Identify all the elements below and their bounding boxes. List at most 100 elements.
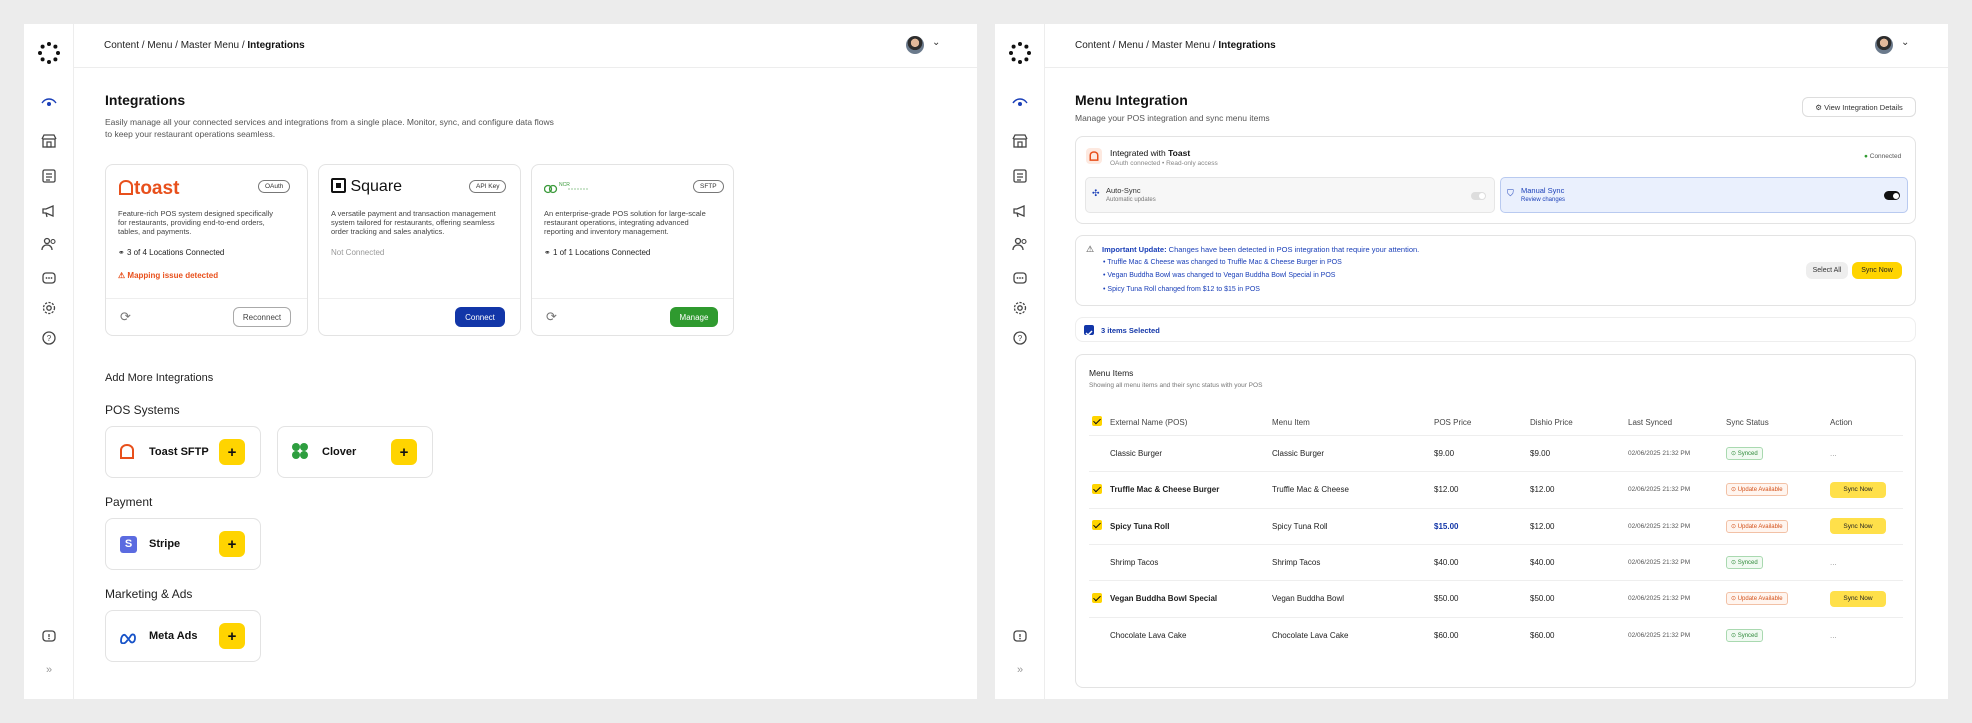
menu-book-icon[interactable]	[1011, 167, 1029, 185]
eye-icon[interactable]	[1011, 94, 1029, 112]
cell-menu-item: Vegan Buddha Bowl	[1272, 594, 1345, 603]
manual-sync-option[interactable]: ⛉ Manual Sync Review changes	[1500, 177, 1908, 213]
chevron-down-icon[interactable]: ⌄	[932, 37, 940, 48]
avatar[interactable]	[1875, 36, 1893, 54]
row-checkbox-cell[interactable]	[1089, 580, 1110, 617]
add-integration-clover[interactable]: Clover +	[277, 426, 433, 478]
cell-menu-item: Chocolate Lava Cake	[1272, 630, 1349, 640]
auto-sync-label: Auto-Sync	[1106, 186, 1141, 195]
cell-menu-item: Shrimp Tacos	[1272, 557, 1321, 567]
cell-action[interactable]: ...	[1830, 435, 1903, 471]
expand-icon[interactable]: »	[1011, 661, 1029, 679]
col-action[interactable]: Action	[1830, 410, 1903, 435]
row-checkbox-cell[interactable]	[1089, 617, 1110, 653]
view-integration-details-button[interactable]: ⚙ View Integration Details	[1802, 97, 1916, 117]
row-checkbox-cell[interactable]	[1089, 471, 1110, 508]
card-divider	[319, 298, 520, 299]
chat-icon[interactable]	[40, 270, 58, 288]
connect-button[interactable]: Connect	[455, 307, 505, 327]
add-button[interactable]: +	[391, 439, 417, 465]
gear-icon[interactable]	[40, 299, 58, 317]
menu-book-icon[interactable]	[40, 167, 58, 185]
row-checkbox-cell[interactable]	[1089, 544, 1110, 580]
gear-icon: ⚙	[1815, 102, 1822, 112]
col-pos-price[interactable]: POS Price	[1434, 410, 1530, 435]
card-desc: An enterprise-grade POS solution for lar…	[544, 209, 706, 218]
add-integration-meta-ads[interactable]: Meta Ads +	[105, 610, 261, 662]
users-icon[interactable]	[1011, 235, 1029, 253]
logo-icon[interactable]	[37, 41, 61, 65]
table-row[interactable]: Chocolate Lava Cake Chocolate Lava Cake …	[1089, 617, 1903, 653]
col-menu-item[interactable]: Menu Item	[1272, 410, 1434, 435]
table-row[interactable]: Classic Burger Classic Burger $9.00 $9.0…	[1089, 435, 1903, 471]
sync-now-button[interactable]: Sync Now	[1852, 262, 1902, 279]
feedback-icon[interactable]	[1011, 628, 1029, 646]
cell-sync-status: ⊙ Update Available	[1726, 580, 1830, 617]
expand-icon[interactable]: »	[40, 661, 58, 679]
gear-icon[interactable]	[1011, 299, 1029, 317]
top-bar: Content / Menu / Master Menu / Integrati…	[1045, 24, 1948, 68]
sync-icon: ✣	[1092, 188, 1100, 198]
section-title-payment: Payment	[105, 495, 153, 509]
avatar[interactable]	[906, 36, 924, 54]
row-checkbox[interactable]	[1092, 592, 1102, 603]
menu-integration-panel: ? » Content / Menu / Master Menu / Integ…	[995, 24, 1948, 699]
connection-status-text: 1 of 1 Locations Connected	[552, 248, 651, 257]
add-button[interactable]: +	[219, 531, 245, 557]
cell-action: Sync Now	[1830, 471, 1903, 508]
chat-icon[interactable]	[1011, 270, 1029, 288]
table-row[interactable]: Shrimp Tacos Shrimp Tacos $40.00 $40.00 …	[1089, 544, 1903, 580]
cell-action[interactable]: ...	[1830, 544, 1903, 580]
col-sync-status[interactable]: Sync Status	[1726, 410, 1830, 435]
select-all-checkbox-cell[interactable]	[1089, 410, 1110, 435]
row-checkbox[interactable]	[1092, 483, 1102, 494]
megaphone-icon[interactable]	[1011, 202, 1029, 220]
integrated-with-name: Toast	[1168, 148, 1191, 158]
table-row[interactable]: Vegan Buddha Bowl Special Vegan Buddha B…	[1089, 580, 1903, 617]
auto-sync-option[interactable]: ✣ Auto-Sync Automatic updates	[1085, 177, 1495, 213]
col-dishio-price[interactable]: Dishio Price	[1530, 410, 1628, 435]
cell-last-synced: 02/06/2025 21:32 PM	[1628, 486, 1691, 493]
add-integration-stripe[interactable]: S Stripe +	[105, 518, 261, 570]
breadcrumb-trail[interactable]: Content / Menu / Master Menu /	[104, 40, 247, 51]
eye-icon[interactable]	[40, 94, 58, 112]
store-icon[interactable]	[1011, 132, 1029, 150]
table-row[interactable]: Truffle Mac & Cheese Burger Truffle Mac …	[1089, 471, 1903, 508]
add-integration-toast-sftp[interactable]: Toast SFTP +	[105, 426, 261, 478]
logo-icon[interactable]	[1008, 41, 1032, 65]
alert-change: • Truffle Mac & Cheese was changed to Tr…	[1103, 259, 1342, 266]
square-logo: Square	[331, 178, 402, 196]
breadcrumb-trail[interactable]: Content / Menu / Master Menu /	[1075, 40, 1218, 51]
row-sync-now-button[interactable]: Sync Now	[1830, 590, 1886, 607]
refresh-icon[interactable]: ⟳	[546, 309, 557, 325]
alert-change: • Vegan Buddha Bowl was changed to Vegan…	[1103, 272, 1336, 279]
megaphone-icon[interactable]	[40, 202, 58, 220]
row-checkbox-cell[interactable]	[1089, 508, 1110, 544]
help-icon[interactable]: ?	[1011, 329, 1029, 347]
add-button[interactable]: +	[219, 439, 245, 465]
reconnect-button[interactable]: Reconnect	[233, 307, 291, 327]
cell-action[interactable]: ...	[1830, 617, 1903, 653]
row-sync-now-button[interactable]: Sync Now	[1830, 518, 1886, 534]
cell-pos-price: $40.00	[1434, 557, 1459, 567]
row-sync-now-button[interactable]: Sync Now	[1830, 481, 1886, 498]
chevron-down-icon[interactable]: ⌄	[1901, 37, 1909, 48]
add-button[interactable]: +	[219, 623, 245, 649]
manual-sync-toggle[interactable]	[1884, 191, 1900, 200]
table-row[interactable]: Spicy Tuna Roll Spicy Tuna Roll $15.00 $…	[1089, 508, 1903, 544]
manage-button[interactable]: Manage	[670, 307, 718, 327]
select-all-checkbox[interactable]	[1092, 416, 1102, 427]
auto-sync-toggle[interactable]	[1471, 192, 1486, 200]
help-icon[interactable]: ?	[40, 329, 58, 347]
row-checkbox-cell[interactable]	[1089, 435, 1110, 471]
breadcrumb-current: Integrations	[1218, 40, 1276, 51]
row-checkbox[interactable]	[1092, 520, 1102, 530]
refresh-icon[interactable]: ⟳	[120, 309, 131, 325]
col-last-synced[interactable]: Last Synced	[1628, 410, 1726, 435]
col-external-name[interactable]: External Name (POS)	[1110, 410, 1272, 435]
feedback-icon[interactable]	[40, 628, 58, 646]
store-icon[interactable]	[40, 132, 58, 150]
selected-checkbox[interactable]	[1084, 325, 1094, 337]
users-icon[interactable]	[40, 235, 58, 253]
select-all-button[interactable]: Select All	[1806, 262, 1848, 279]
